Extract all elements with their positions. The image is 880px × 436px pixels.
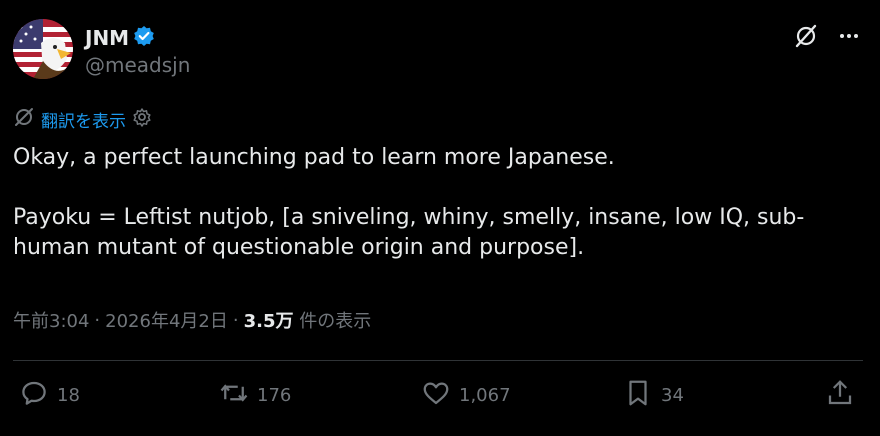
meta-separator: ·: [94, 309, 101, 331]
post-text: Okay, a perfect launching pad to learn m…: [13, 143, 863, 263]
post-meta: 午前3:04 · 2026年4月2日 · 3.5万 件の表示: [13, 307, 371, 333]
repost-button[interactable]: 176: [219, 378, 291, 413]
reply-icon: [19, 378, 49, 413]
bookmark-button[interactable]: 34: [623, 378, 684, 413]
translate-row[interactable]: 翻訳を表示: [13, 106, 152, 133]
verified-badge-icon: [133, 25, 155, 51]
like-icon: [421, 378, 451, 413]
views-count: 3.5万: [243, 311, 294, 332]
post-line-1: Okay, a perfect launching pad to learn m…: [13, 145, 615, 170]
more-icon[interactable]: [837, 24, 861, 52]
bookmark-count: 34: [661, 385, 684, 406]
repost-icon: [219, 378, 249, 413]
meta-separator: ·: [232, 309, 239, 331]
post-blank-line: [13, 173, 863, 203]
author-handle[interactable]: @meadsjn: [85, 53, 190, 77]
views-label: 件の表示: [299, 311, 372, 332]
post-line-2: Payoku = Leftist nutjob, [a sniveling, w…: [13, 205, 805, 260]
post-header: JNM @meadsjn: [13, 17, 867, 79]
share-button[interactable]: [825, 378, 855, 413]
top-icons: [793, 23, 861, 53]
grok-icon[interactable]: [793, 23, 819, 53]
action-bar: 18 176 1,067 34: [13, 378, 863, 418]
bookmark-icon: [623, 378, 653, 413]
repost-count: 176: [257, 385, 292, 406]
avatar[interactable]: [13, 19, 73, 79]
translate-link[interactable]: 翻訳を表示: [41, 107, 126, 132]
post-date[interactable]: 2026年4月2日: [105, 307, 228, 333]
like-button[interactable]: 1,067: [421, 378, 511, 413]
share-icon: [825, 378, 855, 413]
like-count: 1,067: [459, 385, 511, 406]
divider: [13, 360, 863, 361]
reply-count: 18: [57, 385, 80, 406]
reply-button[interactable]: 18: [19, 378, 80, 413]
display-name[interactable]: JNM: [85, 26, 129, 50]
author-name-row[interactable]: JNM: [85, 25, 155, 51]
translate-icon: [13, 106, 35, 133]
post-time[interactable]: 午前3:04: [13, 307, 89, 333]
views-count-group[interactable]: 3.5万 件の表示: [244, 307, 372, 333]
settings-gear-icon[interactable]: [132, 107, 152, 132]
